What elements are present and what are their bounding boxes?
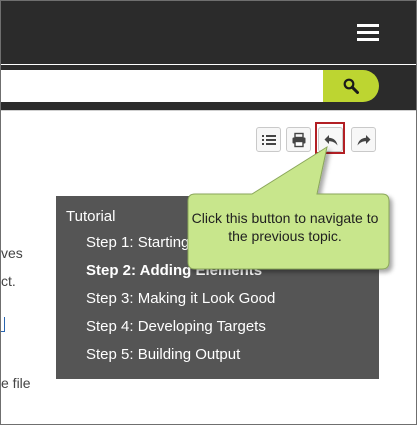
callout-text: Click this button to navigate to the pre… (191, 210, 379, 244)
help-window: ves ct. e file Tutorial Step 1: Starting… (0, 0, 417, 425)
